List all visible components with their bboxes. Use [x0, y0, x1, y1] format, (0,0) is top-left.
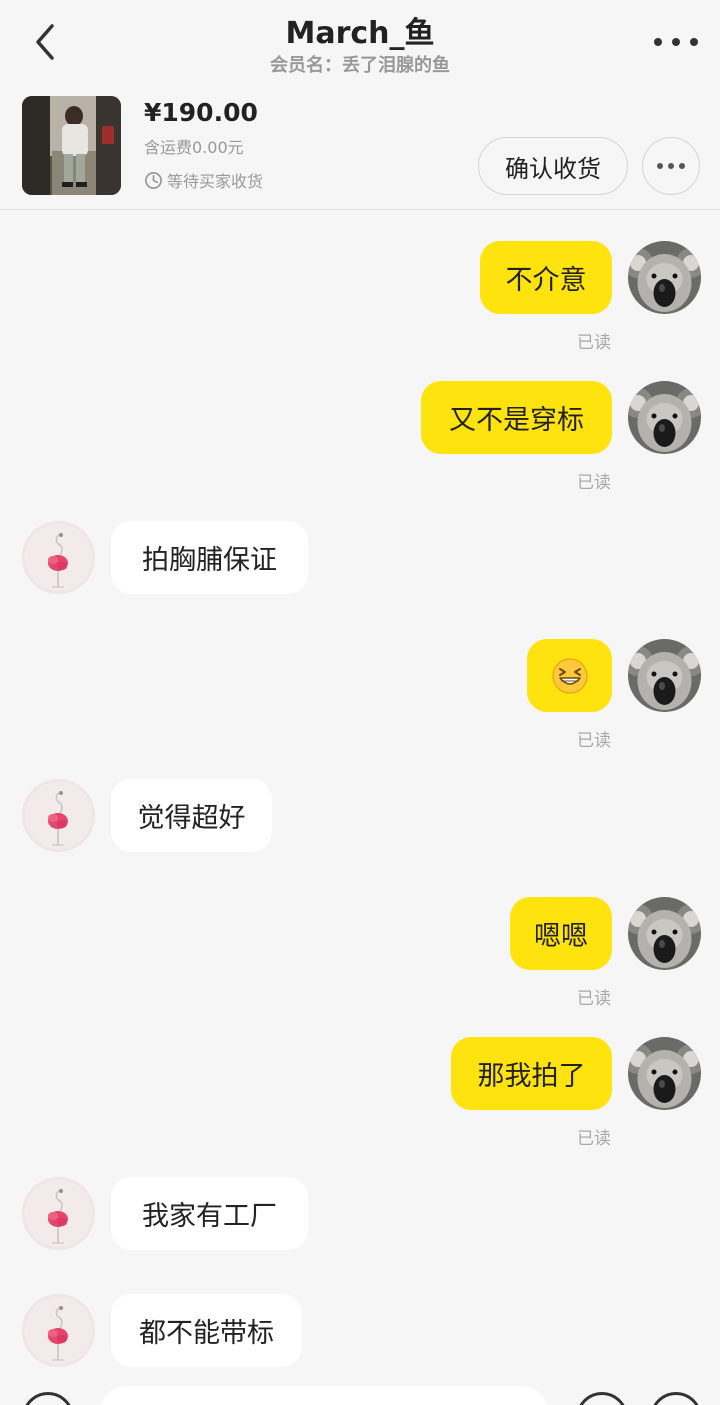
read-receipt: 已读	[577, 473, 611, 493]
read-receipt: 已读	[577, 731, 611, 751]
my-avatar[interactable]	[628, 639, 701, 712]
input-bar	[0, 1380, 720, 1405]
contact-avatar[interactable]	[22, 1294, 95, 1367]
read-receipt: 已读	[577, 1129, 611, 1149]
message-bubble-outgoing[interactable]: 又不是穿标	[421, 381, 612, 454]
koala-avatar-icon	[628, 639, 701, 712]
message-text: 都不能带标	[139, 1318, 274, 1349]
order-status: 等待买家收货	[144, 168, 263, 192]
message-bubble-incoming[interactable]: 觉得超好	[111, 779, 272, 852]
message-text: 拍胸脯保证	[142, 545, 277, 576]
clock-icon	[145, 171, 162, 189]
my-avatar[interactable]	[628, 897, 701, 970]
more-button[interactable]	[654, 28, 698, 56]
order-card[interactable]: ¥190.00 含运费0.00元 等待买家收货 确认收货	[0, 84, 720, 210]
message-bubble-outgoing[interactable]: 嗯嗯	[510, 897, 612, 970]
koala-avatar-icon	[628, 1037, 701, 1110]
order-price: ¥190.00	[144, 98, 258, 127]
confirm-receipt-button[interactable]: 确认收货	[478, 137, 628, 195]
message-bubble-outgoing[interactable]: 不介意	[480, 241, 612, 314]
flamingo-avatar-icon	[22, 521, 95, 594]
grinning-squint-emoji-icon	[551, 657, 588, 694]
my-avatar[interactable]	[628, 1037, 701, 1110]
koala-avatar-icon	[628, 241, 701, 314]
more-horizontal-icon	[657, 163, 663, 169]
flamingo-avatar-icon	[22, 1177, 95, 1250]
voice-button[interactable]	[22, 1392, 74, 1405]
shipping-fee: 含运费0.00元	[144, 138, 244, 157]
message-bubble-outgoing[interactable]	[527, 639, 612, 712]
chat-header: March_鱼 会员名：丢了泪腺的鱼	[0, 0, 720, 84]
message-bubble-incoming[interactable]: 拍胸脯保证	[111, 521, 308, 594]
read-receipt: 已读	[577, 989, 611, 1009]
read-receipt: 已读	[577, 333, 611, 353]
message-text: 不介意	[505, 265, 587, 296]
order-more-button[interactable]	[642, 137, 700, 195]
message-text: 那我拍了	[477, 1061, 586, 1092]
product-thumbnail[interactable]	[22, 96, 121, 195]
order-status-text: 等待买家收货	[167, 172, 264, 191]
message-bubble-outgoing[interactable]: 那我拍了	[451, 1037, 612, 1110]
product-photo-icon	[22, 96, 121, 195]
message-text: 我家有工厂	[142, 1201, 277, 1232]
koala-avatar-icon	[628, 897, 701, 970]
flamingo-avatar-icon	[22, 779, 95, 852]
chat-title: March_鱼	[285, 16, 435, 51]
message-bubble-incoming[interactable]: 我家有工厂	[111, 1177, 308, 1250]
my-avatar[interactable]	[628, 241, 701, 314]
emoji-button[interactable]	[576, 1392, 628, 1405]
more-horizontal-icon	[654, 38, 662, 46]
contact-avatar[interactable]	[22, 1177, 95, 1250]
message-input[interactable]	[98, 1386, 550, 1405]
flamingo-avatar-icon	[22, 1294, 95, 1367]
message-text: 觉得超好	[137, 803, 246, 834]
contact-avatar[interactable]	[22, 521, 95, 594]
message-bubble-incoming[interactable]: 都不能带标	[111, 1294, 302, 1367]
contact-avatar[interactable]	[22, 779, 95, 852]
message-text: 嗯嗯	[534, 921, 588, 952]
message-text: 又不是穿标	[449, 405, 584, 436]
member-name: 会员名：丢了泪腺的鱼	[270, 55, 450, 76]
plus-button[interactable]	[650, 1392, 702, 1405]
my-avatar[interactable]	[628, 381, 701, 454]
koala-avatar-icon	[628, 381, 701, 454]
